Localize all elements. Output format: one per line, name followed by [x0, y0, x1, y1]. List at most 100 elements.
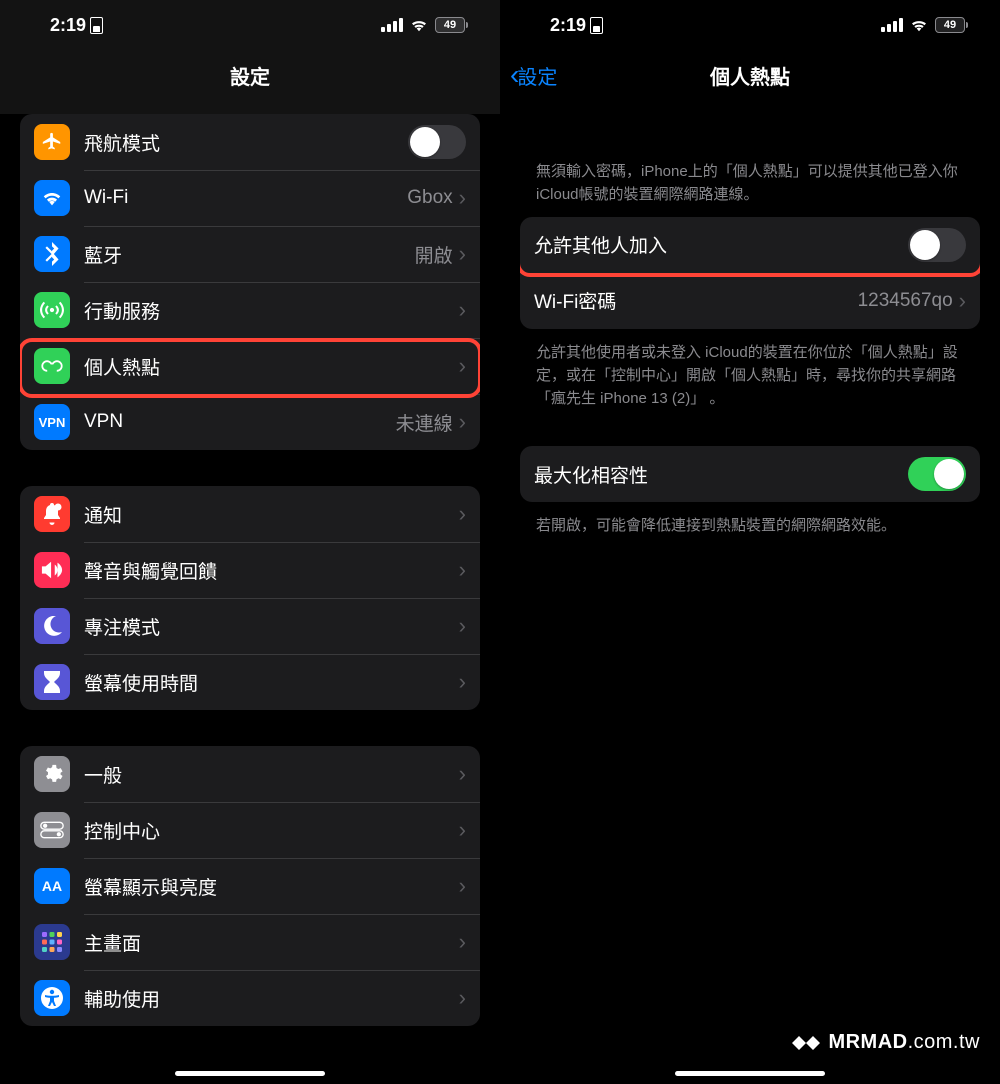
row-homescreen[interactable]: 主畫面 ›: [20, 914, 480, 970]
home-indicator[interactable]: [175, 1071, 325, 1076]
row-label: 通知: [84, 501, 459, 528]
airplane-toggle[interactable]: [408, 125, 466, 159]
row-label: Wi-Fi: [84, 187, 407, 209]
chevron-right-icon: ›: [459, 557, 466, 583]
moon-icon: [34, 608, 70, 644]
cellular-signal-icon: [381, 18, 403, 32]
row-label: 飛航模式: [84, 129, 408, 156]
wifi-icon: [909, 18, 929, 32]
toggles-icon: [34, 812, 70, 848]
vpn-icon: VPN: [34, 404, 70, 440]
accessibility-icon: [34, 980, 70, 1016]
chevron-right-icon: ›: [459, 761, 466, 787]
chevron-right-icon: ›: [459, 985, 466, 1011]
bluetooth-icon: [34, 236, 70, 272]
row-label: 輔助使用: [84, 985, 459, 1012]
airplane-icon: [34, 124, 70, 160]
display-icon: AA: [34, 868, 70, 904]
row-value: 開啟: [415, 241, 453, 268]
row-max-compat[interactable]: 最大化相容性: [520, 446, 980, 502]
row-label: 專注模式: [84, 613, 459, 640]
battery-icon: 49: [935, 17, 968, 33]
row-screentime[interactable]: 螢幕使用時間 ›: [20, 654, 480, 710]
row-hotspot[interactable]: 個人熱點 ›: [20, 338, 480, 394]
row-allow-others[interactable]: 允許其他人加入: [520, 217, 980, 273]
chevron-right-icon: ›: [459, 613, 466, 639]
bell-icon: [34, 496, 70, 532]
chevron-right-icon: ›: [459, 241, 466, 267]
row-notifications[interactable]: 通知 ›: [20, 486, 480, 542]
row-value: Gbox: [407, 187, 452, 209]
row-wifi[interactable]: Wi-Fi Gbox ›: [20, 170, 480, 226]
settings-group-system: 一般 › 控制中心 › AA 螢幕顯示與亮度 › 主畫面 › 輔助使用: [20, 746, 480, 1026]
row-label: VPN: [84, 411, 396, 433]
chevron-right-icon: ›: [459, 409, 466, 435]
section-footer-text: 允許其他使用者或未登入 iCloud的裝置在你位於「個人熱點」設定，或在「控制中…: [500, 341, 1000, 411]
back-button[interactable]: ‹ 設定: [510, 50, 557, 100]
hotspot-group-main: 允許其他人加入 Wi-Fi密碼 1234567qo ›: [520, 217, 980, 329]
settings-screen: 2:19 49 設定 飛航模式: [0, 0, 500, 1084]
settings-group-connectivity: 飛航模式 Wi-Fi Gbox › 藍牙 開啟 › 行動服務 ›: [20, 114, 480, 450]
row-value: 1234567qo: [858, 290, 953, 312]
row-label: 最大化相容性: [534, 461, 908, 488]
row-general[interactable]: 一般 ›: [20, 746, 480, 802]
row-label: 一般: [84, 761, 459, 788]
chevron-right-icon: ›: [459, 353, 466, 379]
chevron-right-icon: ›: [459, 817, 466, 843]
row-label: 螢幕使用時間: [84, 669, 459, 696]
row-display[interactable]: AA 螢幕顯示與亮度 ›: [20, 858, 480, 914]
chevron-right-icon: ›: [459, 669, 466, 695]
row-focus[interactable]: 專注模式 ›: [20, 598, 480, 654]
gear-icon: [34, 756, 70, 792]
status-bar: 2:19 49: [0, 0, 500, 50]
cellular-icon: [34, 292, 70, 328]
settings-group-alerts: 通知 › 聲音與觸覺回饋 › 專注模式 › 螢幕使用時間 ›: [20, 486, 480, 710]
row-label: 個人熱點: [84, 353, 459, 380]
row-label: 主畫面: [84, 929, 459, 956]
row-label: 藍牙: [84, 241, 415, 268]
watermark: MRMAD.com.tw: [792, 1031, 980, 1054]
grid-icon: [34, 924, 70, 960]
row-value: 未連線: [396, 409, 453, 436]
row-label: 聲音與觸覺回饋: [84, 557, 459, 584]
status-time: 2:19: [550, 15, 586, 36]
row-sounds[interactable]: 聲音與觸覺回饋 ›: [20, 542, 480, 598]
chevron-right-icon: ›: [459, 297, 466, 323]
row-control-center[interactable]: 控制中心 ›: [20, 802, 480, 858]
hotspot-group-compat: 最大化相容性: [520, 446, 980, 502]
row-accessibility[interactable]: 輔助使用 ›: [20, 970, 480, 1026]
page-title: 設定: [230, 61, 270, 90]
wifi-icon: [409, 18, 429, 32]
row-cellular[interactable]: 行動服務 ›: [20, 282, 480, 338]
hotspot-screen: 2:19 49 ‹ 設定 個人熱點 無須輸入密碼，iPhone上的「個人熱點」可…: [500, 0, 1000, 1084]
row-label: 螢幕顯示與亮度: [84, 873, 459, 900]
row-vpn[interactable]: VPN VPN 未連線 ›: [20, 394, 480, 450]
sim-icon: [590, 17, 603, 34]
row-label: 允許其他人加入: [534, 231, 908, 258]
max-compat-toggle[interactable]: [908, 457, 966, 491]
sim-icon: [90, 17, 103, 34]
section-footer-text: 若開啟，可能會降低連接到熱點裝置的網際網路效能。: [500, 514, 1000, 537]
row-bluetooth[interactable]: 藍牙 開啟 ›: [20, 226, 480, 282]
chevron-right-icon: ›: [459, 501, 466, 527]
page-title: 個人熱點: [710, 61, 790, 90]
row-label: 控制中心: [84, 817, 459, 844]
section-header-text: 無須輸入密碼，iPhone上的「個人熱點」可以提供其他已登入你 iCloud帳號…: [500, 160, 1000, 207]
chevron-right-icon: ›: [959, 288, 966, 314]
wifi-icon: [34, 180, 70, 216]
chevron-right-icon: ›: [459, 929, 466, 955]
allow-others-toggle[interactable]: [908, 228, 966, 262]
logo-icon: [792, 1034, 820, 1052]
chevron-right-icon: ›: [459, 185, 466, 211]
row-label: 行動服務: [84, 297, 459, 324]
speaker-icon: [34, 552, 70, 588]
back-label: 設定: [517, 61, 557, 90]
home-indicator[interactable]: [675, 1071, 825, 1076]
battery-icon: 49: [435, 17, 468, 33]
row-wifi-password[interactable]: Wi-Fi密碼 1234567qo ›: [520, 273, 980, 329]
cellular-signal-icon: [881, 18, 903, 32]
hourglass-icon: [34, 664, 70, 700]
hotspot-icon: [34, 348, 70, 384]
row-airplane[interactable]: 飛航模式: [20, 114, 480, 170]
row-label: Wi-Fi密碼: [534, 287, 858, 314]
